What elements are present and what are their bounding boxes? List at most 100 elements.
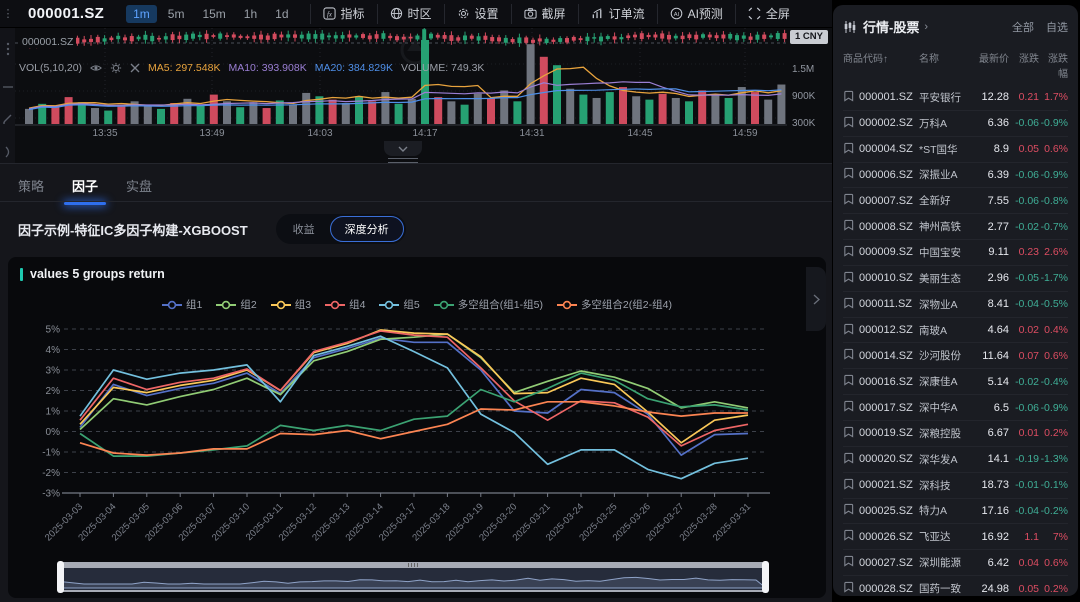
watchlist-row-000021.SZ[interactable]: 000021.SZ深科技18.73-0.01-0.1% [843,473,1068,499]
close-icon[interactable] [130,63,140,73]
timeframe-1h[interactable]: 1h [237,5,264,23]
bookmark-icon[interactable] [843,400,854,415]
bookmark-icon[interactable] [843,297,854,312]
legend-item[interactable]: 组5 [379,297,419,312]
column-header-0[interactable]: 商品代码↑ [843,50,919,80]
watchlist-row-000006.SZ[interactable]: 000006.SZ深振业A6.39-0.06-0.9% [843,163,1068,189]
fx-button[interactable]: fx指标 [310,4,377,24]
symbol-title[interactable]: 000001.SZ [28,5,104,22]
stock-change: 0.21 [1009,91,1039,103]
watchlist-row-000016.SZ[interactable]: 000016.SZ深康佳A5.14-0.02-0.4% [843,369,1068,395]
expand-panel-button[interactable] [806,267,826,331]
bookmark-icon[interactable] [843,555,854,570]
legend-item[interactable]: 组2 [216,297,256,312]
collapse-chart-button[interactable] [384,141,422,156]
legend-item[interactable]: 多空组合(组1-组5) [434,297,543,312]
legend-item[interactable]: 多空组合2(组2-组4) [557,297,672,312]
stock-code: 000021.SZ [859,479,913,491]
dots-icon[interactable] [6,42,10,61]
bookmark-icon[interactable] [843,478,854,493]
watchlist-title[interactable]: 行情-股票 [863,17,919,36]
toggle-收益[interactable]: 收益 [278,216,330,242]
bookmark-icon[interactable] [843,323,854,338]
bookmark-icon[interactable] [843,374,854,389]
settings-small-icon[interactable] [110,62,122,74]
datazoom-slider[interactable] [60,562,766,592]
ai-button[interactable]: AIAI预测 [657,4,735,24]
watchlist-row-000027.SZ[interactable]: 000027.SZ深圳能源6.420.040.6% [843,550,1068,576]
datazoom-left-handle[interactable] [57,561,64,593]
watchlist-row-000010.SZ[interactable]: 000010.SZ美丽生态2.96-0.05-1.7% [843,266,1068,292]
bookmark-icon[interactable] [843,529,854,544]
price-axis[interactable]: 1 CNY 1.5M900K300K [787,28,832,163]
watchlist-row-000026.SZ[interactable]: 000026.SZ飞亚达16.921.17% [843,524,1068,550]
orderflow-button[interactable]: 订单流 [578,4,657,24]
timeframe-1m[interactable]: 1m [126,5,157,23]
datazoom-right-handle[interactable] [762,561,769,593]
watchlist-row-000025.SZ[interactable]: 000025.SZ特力A17.16-0.04-0.2% [843,499,1068,525]
ruler-icon[interactable] [3,77,13,95]
datazoom-grip[interactable] [408,563,418,567]
stock-change: -0.06 [1009,195,1039,207]
bookmark-icon[interactable] [843,426,854,441]
column-header-2[interactable]: 最新价 [973,50,1009,80]
bookmark-icon[interactable] [843,219,854,234]
stock-name: 神州高铁 [919,219,973,234]
column-header-3[interactable]: 涨跌 [1009,50,1039,80]
watchlist-filters: 全部自选 [1012,19,1068,35]
watchlist-row-000019.SZ[interactable]: 000019.SZ深粮控股6.670.010.2% [843,421,1068,447]
watchlist-row-000028.SZ[interactable]: 000028.SZ国药一致24.980.050.2% [843,576,1068,602]
timeframe-5m[interactable]: 5m [161,5,192,23]
bookmark-icon[interactable] [843,116,854,131]
watchlist-row-000002.SZ[interactable]: 000002.SZ万科A6.36-0.06-0.9% [843,111,1068,137]
bookmark-icon[interactable] [843,245,854,260]
eye-icon[interactable] [90,62,102,74]
line-chart-canvas[interactable]: 5%4%3%2%1%0%-1%-2%-3%2025-03-032025-03-0… [16,321,816,561]
filter-自选[interactable]: 自选 [1046,19,1068,35]
watchlist-row-000009.SZ[interactable]: 000009.SZ中国宝安9.110.232.6% [843,240,1068,266]
volume-legend: VOL(5,10,20) MA5: 297.548K MA10: 393.908… [19,62,484,74]
bookmark-icon[interactable] [843,193,854,208]
legend-item[interactable]: 组1 [162,297,202,312]
bookmark-icon[interactable] [843,348,854,363]
bookmark-icon[interactable] [843,581,854,596]
fx-icon: fx [323,7,336,20]
pencil-icon[interactable] [2,111,13,129]
stock-name: 特力A [919,503,973,518]
column-header-4[interactable]: 涨跌幅 [1039,50,1068,80]
camera-button[interactable]: 截屏 [511,4,578,24]
watchlist-row-000004.SZ[interactable]: 000004.SZ*ST国华8.90.050.6% [843,137,1068,163]
watchlist-row-000012.SZ[interactable]: 000012.SZ南玻A4.640.020.4% [843,318,1068,344]
watchlist-row-000007.SZ[interactable]: 000007.SZ全新好7.55-0.06-0.8% [843,188,1068,214]
timeframe-15m[interactable]: 15m [195,5,232,23]
watchlist-row-000001.SZ[interactable]: 000001.SZ平安银行12.280.211.7% [843,85,1068,111]
bookmark-icon[interactable] [843,90,854,105]
watchlist-row-000008.SZ[interactable]: 000008.SZ神州高铁2.77-0.02-0.7% [843,214,1068,240]
legend-item[interactable]: 组4 [325,297,365,312]
stock-code: 000011.SZ [859,298,912,310]
fullscreen-button[interactable]: 全屏 [735,4,802,24]
gear-button[interactable]: 设置 [444,4,511,24]
filter-全部[interactable]: 全部 [1012,19,1034,35]
watchlist-row-000017.SZ[interactable]: 000017.SZ深中华A6.5-0.06-0.9% [843,395,1068,421]
watchlist-row-000014.SZ[interactable]: 000014.SZ沙河股份11.640.070.6% [843,343,1068,369]
column-header-1[interactable]: 名称 [919,50,973,80]
bookmark-icon[interactable] [843,452,854,467]
stock-price: 14.1 [973,453,1009,465]
bookmark-icon[interactable] [843,167,854,182]
watchlist-row-000020.SZ[interactable]: 000020.SZ深华发A14.1-0.19-1.3% [843,447,1068,473]
kebab-menu-icon[interactable]: ⋮ [0,7,16,20]
bookmark-icon[interactable] [843,503,854,518]
toggle-深度分析[interactable]: 深度分析 [330,216,404,242]
curve-icon[interactable] [4,145,12,163]
globe-button[interactable]: 时区 [377,4,444,24]
stock-name: 国药一致 [919,581,973,596]
bookmark-icon[interactable] [843,142,854,157]
svg-text:AI: AI [673,12,679,18]
timeframe-1d[interactable]: 1d [268,5,295,23]
stock-name: 深物业A [919,297,973,312]
stock-price: 5.14 [973,376,1009,388]
watchlist-row-000011.SZ[interactable]: 000011.SZ深物业A8.41-0.04-0.5% [843,292,1068,318]
legend-item[interactable]: 组3 [271,297,311,312]
bookmark-icon[interactable] [843,271,854,286]
